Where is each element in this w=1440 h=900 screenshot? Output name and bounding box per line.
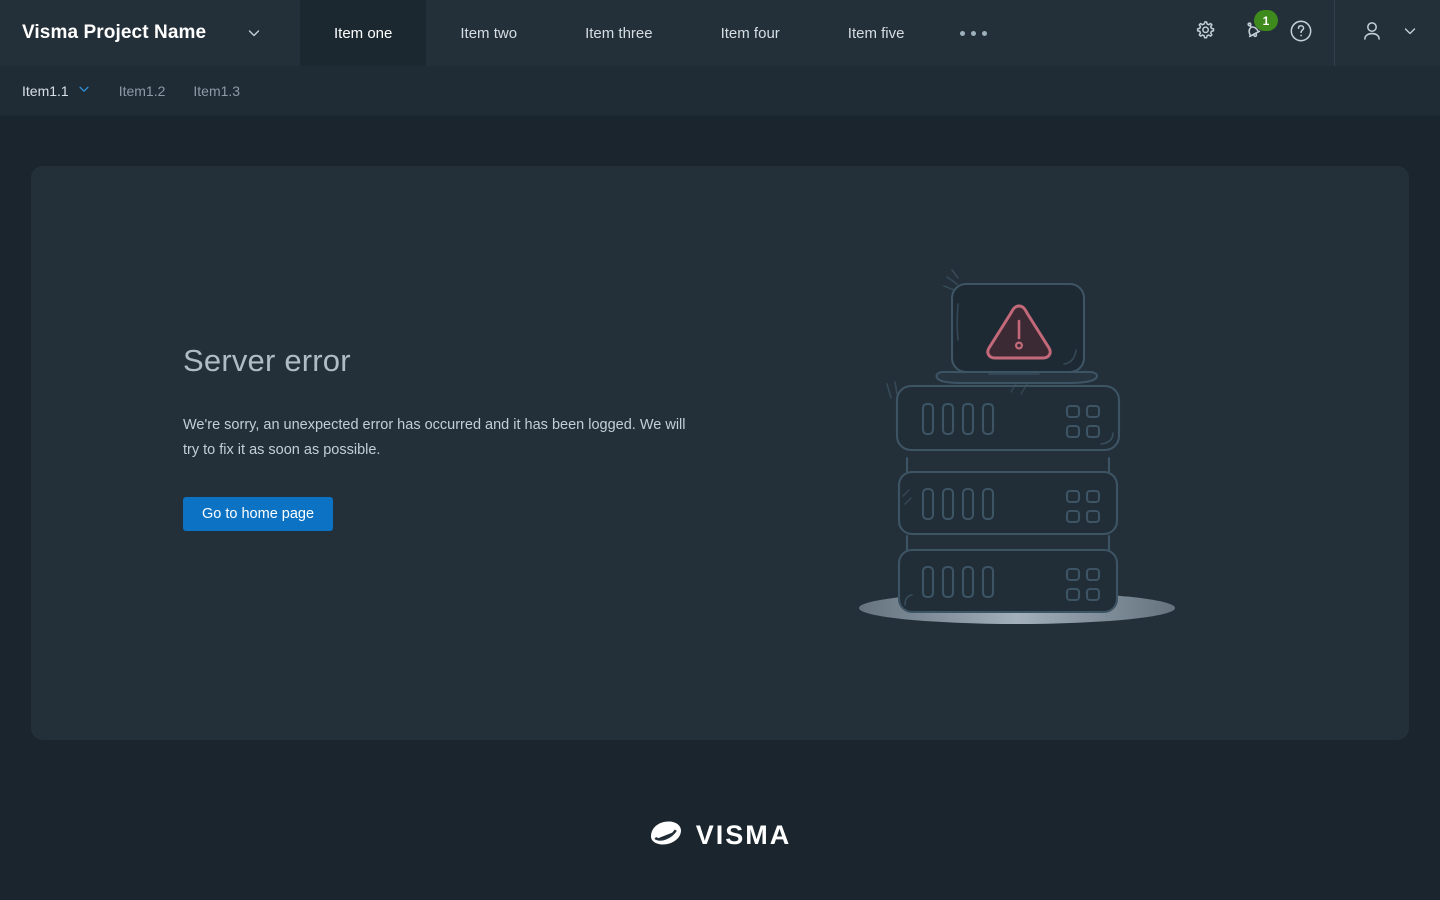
- notifications-button[interactable]: 1: [1236, 10, 1278, 50]
- tab-label: Item five: [847, 24, 905, 42]
- help-button[interactable]: [1284, 16, 1318, 50]
- help-circle-icon: [1287, 17, 1315, 50]
- subnav-item-1-1[interactable]: Item1.1: [22, 82, 91, 99]
- tab-label: Item one: [334, 24, 393, 42]
- brand-project-selector[interactable]: Visma Project Name: [0, 0, 300, 66]
- subnav-item-1-2[interactable]: Item1.2: [119, 83, 166, 99]
- page-title: Server error: [183, 343, 351, 378]
- tab-item-two[interactable]: Item two: [426, 0, 551, 66]
- subnav-item-label: Item1.1: [22, 82, 69, 99]
- ellipsis-icon[interactable]: [938, 0, 1009, 66]
- tab-item-one[interactable]: Item one: [300, 0, 427, 66]
- tab-item-four[interactable]: Item four: [687, 0, 814, 66]
- top-header: Visma Project Name Item one Item two Ite…: [0, 0, 1440, 66]
- tab-item-three[interactable]: Item three: [551, 0, 687, 66]
- server-stack-error-illustration: [839, 264, 1199, 649]
- subnav-item-label: Item1.2: [118, 82, 166, 99]
- header-actions: 1: [1180, 0, 1334, 66]
- settings-button[interactable]: [1188, 16, 1222, 50]
- tab-label: Item three: [585, 24, 653, 42]
- ellipsis-dot: [971, 30, 977, 36]
- main-navigation: Item one Item two Item three Item four I…: [300, 0, 1180, 66]
- gear-icon: [1191, 17, 1219, 50]
- tab-item-five[interactable]: Item five: [814, 0, 939, 66]
- page-content: Server error We're sorry, an unexpected …: [0, 166, 1440, 740]
- error-message-block: Server error We're sorry, an unexpected …: [183, 343, 703, 531]
- footer: VISMA: [0, 820, 1440, 851]
- chevron-down-icon: [246, 25, 262, 41]
- error-description: We're sorry, an unexpected error has occ…: [183, 417, 686, 458]
- ellipsis-dot: [982, 30, 988, 36]
- error-card: Server error We're sorry, an unexpected …: [31, 166, 1409, 740]
- subnav-item-1-3[interactable]: Item1.3: [193, 83, 240, 99]
- chevron-down-icon: [1402, 23, 1418, 44]
- user-avatar-icon: [1358, 17, 1386, 50]
- sub-navigation: Item1.1 Item1.2 Item1.3: [0, 66, 1440, 116]
- tab-label: Item two: [460, 24, 518, 42]
- ellipsis-dot: [960, 30, 966, 36]
- notification-badge: 1: [1254, 10, 1278, 31]
- user-menu[interactable]: [1334, 0, 1440, 66]
- chevron-down-icon: [77, 82, 91, 99]
- brand-title: Visma Project Name: [22, 22, 207, 43]
- visma-logo-text: VISMA: [695, 820, 792, 850]
- visma-leaf-icon: [649, 820, 683, 851]
- go-to-home-page-button[interactable]: Go to home page: [183, 497, 334, 531]
- subnav-item-label: Item1.3: [193, 82, 241, 99]
- tab-label: Item four: [720, 24, 780, 42]
